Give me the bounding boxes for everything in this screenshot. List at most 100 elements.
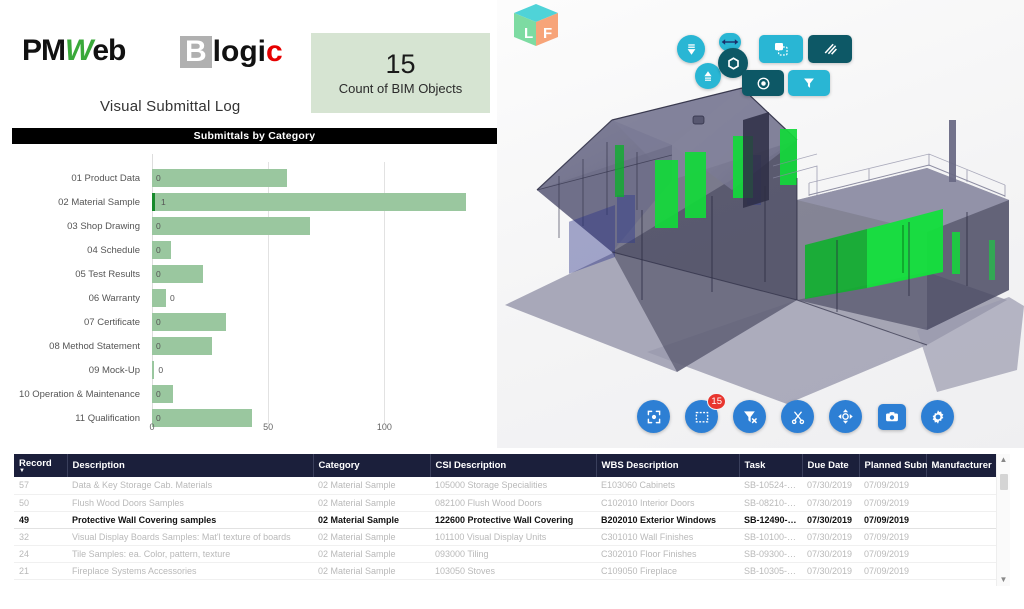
table-cell-due: 07/30/2019 [802,545,859,563]
table-header-label: Category [318,460,360,471]
table-vertical-scrollbar[interactable]: ▲ ▼ [996,454,1010,586]
table-cell-due: 07/30/2019 [802,510,859,529]
chart-bar[interactable] [152,361,155,379]
table-cell-description: Fireplace Systems Accessories [67,562,313,580]
fit-to-view-button[interactable] [637,400,670,433]
chart-category-label: 03 Shop Drawing [67,220,140,232]
scroll-up-icon[interactable]: ▲ [1000,456,1008,464]
left-panel: PMWeb Blogi c Visual Submittal Log 15 Cou… [0,0,497,448]
chart-bar[interactable] [152,289,166,307]
duplicate-button[interactable] [759,35,803,63]
chart-bar-value-label: 0 [156,269,161,279]
chart-bar-wrapper: 0 [152,289,175,307]
chart-bar-row[interactable]: 08 Method Statement 0 [12,334,497,358]
table-row[interactable]: 49 Protective Wall Covering samples 02 Mat… [14,510,996,529]
chart-bar-wrapper: 0 [152,169,287,187]
snapshot-button[interactable] [878,404,906,430]
move-arrows-icon [838,409,853,424]
chart-bar-row[interactable]: 04 Schedule 0 [12,238,497,262]
scrollbar-thumb[interactable] [999,474,1008,490]
chart-bar[interactable] [152,193,466,211]
upload-icon [704,71,712,81]
chart-bar-value-label: 0 [156,245,161,255]
table-header-label: Task [744,460,766,471]
table-cell-description: Flush Wood Doors Samples [67,494,313,512]
chart-bar[interactable] [152,169,287,187]
chart-bar-wrapper: 0 [152,361,163,379]
table-header-label: CSI Description [435,460,507,471]
move-button[interactable] [829,400,862,433]
table-row[interactable]: 32 Visual Display Boards Samples: Mat'l t… [14,528,996,546]
chart-bar-value-label: 0 [156,317,161,327]
table-row[interactable]: 50 Flush Wood Doors Samples 02 Material Sa… [14,494,996,512]
table-cell-wbs: B202010 Exterior Windows [596,510,739,529]
table-header-planned-submit[interactable]: Planned Submit [859,454,936,477]
chart-bar-row[interactable]: 05 Test Results 0 [12,262,497,286]
chart-bar-row[interactable]: 07 Certificate 0 [12,310,497,334]
table-cell-task: SB-09300-004 [739,545,802,563]
chart-bar[interactable] [152,241,171,259]
table-cell-due: 07/30/2019 [802,528,859,546]
table-header-label: Due Date [807,460,849,471]
table-cell-csi: 101100 Visual Display Units [430,528,596,546]
target-button[interactable] [742,70,784,96]
table-cell-csi: 105000 Storage Specialities [430,477,596,495]
table-cell-description: Tile Samples: ea. Color, pattern, textur… [67,545,313,563]
table-cell-csi: 082100 Flush Wood Doors [430,494,596,512]
chart-bar-value-label: 0 [169,293,175,303]
chart-bar[interactable] [152,217,311,235]
chart-bar-row[interactable]: 06 Warranty 0 [12,286,497,310]
chart-bar[interactable] [152,337,213,355]
chart-bar-row[interactable]: 10 Operation & Maintenance 0 [12,382,497,406]
table-row[interactable]: 24 Tile Samples: ea. Color, pattern, text… [14,545,996,563]
pmweb-logo: PMWeb [22,34,126,67]
scroll-down-icon[interactable]: ▼ [1000,576,1008,584]
table-cell-csi: 122600 Protective Wall Covering [430,510,596,529]
submittals-table[interactable]: Record ▼ Description Category CSI Descriptio… [14,454,1010,586]
table-header-wbs-description[interactable]: WBS Description [596,454,740,477]
table-row[interactable]: 57 Data & Key Storage Cab. Materials 02 Ma… [14,477,996,495]
cut-section-button[interactable] [781,400,814,433]
selection-box-button[interactable]: 15 [685,393,726,433]
chart-x-axis: 0 50 100 [149,422,489,434]
chart-bar-row[interactable]: 01 Product Data 0 [12,166,497,190]
chart-bar-row[interactable]: 03 Shop Drawing 0 [12,214,497,238]
table-cell-manufacturer [926,510,996,529]
pmweb-logo-pm: PM [22,34,66,67]
table-cell-wbs: C301010 Wall Finishes [596,528,739,546]
download-button[interactable] [677,35,705,63]
pmweb-logo-eb: eb [92,34,126,67]
table-cell-planned: 07/09/2019 [859,545,926,563]
table-header-task[interactable]: Task [739,454,803,477]
table-header-record[interactable]: Record ▼ [14,454,68,477]
kpi-card-bim-objects: 15 Count of BIM Objects [311,33,490,113]
table-cell-due: 07/30/2019 [802,562,859,580]
table-header-csi-description[interactable]: CSI Description [430,454,597,477]
table-header-label: Manufacturer [931,460,992,471]
chart-bar-row[interactable]: 02 Material Sample 1 [12,190,497,214]
table-body[interactable]: 57 Data & Key Storage Cab. Materials 02 Ma… [14,477,996,580]
table-cell-task: SB-10305-003 [739,562,802,580]
viewer-bottom-toolbar: 15 [497,388,1024,448]
clear-filter-button[interactable] [733,400,766,433]
chart-category-label: 01 Product Data [71,172,140,184]
chart-bar[interactable] [152,313,227,331]
table-header-label: Description [72,460,125,471]
table-cell-manufacturer [926,528,996,546]
chart-bar-row[interactable]: 09 Mock-Up 0 [12,358,497,382]
table-row[interactable]: 21 Fireplace Systems Accessories 02 Materi… [14,562,996,580]
settings-button[interactable] [921,400,954,433]
table-header-due-date[interactable]: Due Date [802,454,860,477]
bim-3d-viewer[interactable]: L F 15 [497,0,1024,448]
table-cell-planned: 07/09/2019 [859,510,926,529]
section-hatch-button[interactable] [808,35,852,63]
table-cell-category: 02 Material Sample [313,528,430,546]
filter-button[interactable] [788,70,830,96]
table-header-manufacturer[interactable]: Manufacturer [926,454,996,477]
table-header-description[interactable]: Description [67,454,314,477]
upload-button[interactable] [695,63,721,89]
table-cell-due: 07/30/2019 [802,477,859,495]
table-cell-task: SB-08210-004 [739,494,802,512]
table-header-category[interactable]: Category [313,454,431,477]
chart-bar-wrapper: 0 [152,217,311,235]
